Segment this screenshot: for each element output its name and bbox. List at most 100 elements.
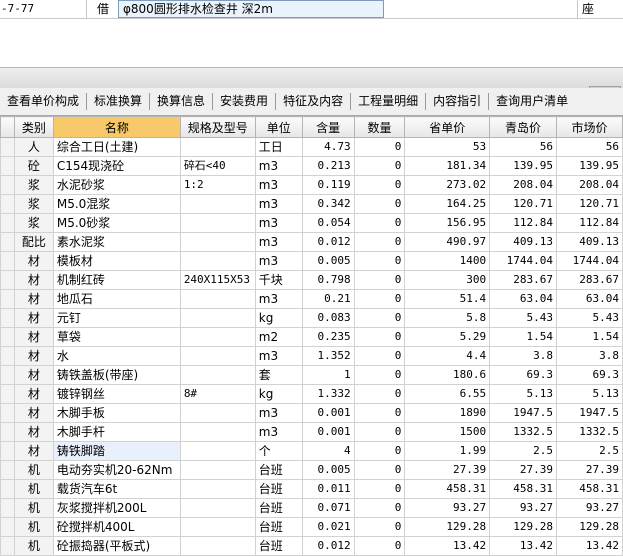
table-row[interactable]: 浆水泥砂浆 1:2 m3 0.119 0 273.02 208.04 208.04 (0, 175, 623, 195)
cell-name[interactable]: 地瓜石 (52, 289, 181, 309)
cell-qingdao-price[interactable]: 458.31 (489, 479, 558, 499)
table-row[interactable]: 材镀锌钢丝 8# kg 1.332 0 6.55 5.13 5.13 (0, 384, 623, 404)
cell-count[interactable]: 0 (353, 384, 406, 404)
cell-type[interactable]: 材 (13, 270, 54, 290)
cell-provincial-price[interactable]: 458.31 (404, 479, 491, 499)
row-gutter[interactable] (0, 422, 15, 442)
row-gutter[interactable] (0, 536, 15, 556)
cell-type[interactable]: 材 (13, 308, 54, 328)
cell-qingdao-price[interactable]: 208.04 (489, 175, 558, 195)
row-gutter[interactable] (0, 270, 15, 290)
cell-count[interactable]: 0 (353, 194, 406, 214)
cell-unit[interactable]: m3 (254, 289, 303, 309)
row-gutter[interactable] (0, 517, 15, 537)
cell-type[interactable]: 浆 (13, 213, 54, 233)
tab-quantity-details[interactable]: 工程量明细 (351, 88, 425, 115)
cell-provincial-price[interactable]: 51.4 (404, 289, 491, 309)
cell-name[interactable]: 元钉 (52, 308, 181, 328)
cell-qingdao-price[interactable]: 120.71 (489, 194, 558, 214)
cell-type[interactable]: 人 (13, 137, 54, 157)
cell-market-price[interactable]: 13.42 (556, 536, 623, 556)
cell-type[interactable]: 砼 (13, 156, 54, 176)
cell-provincial-price[interactable]: 5.29 (404, 327, 491, 347)
parent-item-name-field[interactable]: φ800圆形排水检查井 深2m (118, 0, 384, 18)
cell-provincial-price[interactable]: 156.95 (404, 213, 491, 233)
cell-content[interactable]: 0.012 (301, 232, 355, 252)
cell-market-price[interactable]: 63.04 (556, 289, 623, 309)
column-header-count[interactable]: 数量 (353, 116, 406, 138)
cell-spec[interactable] (179, 251, 256, 271)
cell-provincial-price[interactable]: 53 (404, 137, 491, 157)
cell-name[interactable]: 电动夯实机20-62Nm (52, 460, 181, 480)
cell-type[interactable]: 浆 (13, 194, 54, 214)
cell-market-price[interactable]: 1.54 (556, 327, 623, 347)
cell-provincial-price[interactable]: 27.39 (404, 460, 491, 480)
cell-qingdao-price[interactable]: 13.42 (489, 536, 558, 556)
cell-market-price[interactable]: 112.84 (556, 213, 623, 233)
cell-market-price[interactable]: 5.13 (556, 384, 623, 404)
cell-qingdao-price[interactable]: 283.67 (489, 270, 558, 290)
cell-provincial-price[interactable]: 1.99 (404, 441, 491, 461)
cell-unit[interactable]: 个 (254, 441, 303, 461)
cell-type[interactable]: 机 (13, 498, 54, 518)
cell-count[interactable]: 0 (353, 232, 406, 252)
cell-unit[interactable]: m3 (254, 422, 303, 442)
cell-spec[interactable]: 1:2 (179, 175, 256, 195)
cell-unit[interactable]: m3 (254, 175, 303, 195)
cell-market-price[interactable]: 409.13 (556, 232, 623, 252)
table-row[interactable]: 机电动夯实机20-62Nm 台班 0.005 0 27.39 27.39 27.39 (0, 460, 623, 480)
cell-provincial-price[interactable]: 1400 (404, 251, 491, 271)
cell-content[interactable]: 0.005 (301, 251, 355, 271)
cell-provincial-price[interactable]: 1890 (404, 403, 491, 423)
cell-spec[interactable] (179, 232, 256, 252)
cell-type[interactable]: 材 (13, 384, 54, 404)
cell-spec[interactable] (179, 460, 256, 480)
cell-provincial-price[interactable]: 300 (404, 270, 491, 290)
row-gutter[interactable] (0, 441, 15, 461)
cell-spec[interactable]: 碎石<40 (179, 156, 256, 176)
cell-unit[interactable]: m3 (254, 251, 303, 271)
row-gutter[interactable] (0, 175, 15, 195)
cell-type[interactable]: 材 (13, 346, 54, 366)
pane-splitter[interactable] (0, 67, 623, 91)
cell-name[interactable]: 机制红砖 (52, 270, 181, 290)
row-gutter[interactable] (0, 403, 15, 423)
cell-qingdao-price[interactable]: 1744.04 (489, 251, 558, 271)
cell-content[interactable]: 0.798 (301, 270, 355, 290)
row-gutter[interactable] (0, 346, 15, 366)
cell-unit[interactable]: 台班 (254, 479, 303, 499)
table-row[interactable]: 材铸铁脚踏个 4 0 1.99 2.5 2.5 (0, 441, 623, 461)
cell-market-price[interactable]: 5.43 (556, 308, 623, 328)
cell-unit[interactable]: 工日 (254, 137, 303, 157)
cell-name[interactable]: 灰浆搅拌机200L (52, 498, 181, 518)
cell-spec[interactable] (179, 327, 256, 347)
cell-provincial-price[interactable]: 13.42 (404, 536, 491, 556)
row-gutter[interactable] (0, 156, 15, 176)
cell-content[interactable]: 4 (301, 441, 355, 461)
cell-count[interactable]: 0 (353, 137, 406, 157)
cell-market-price[interactable]: 120.71 (556, 194, 623, 214)
cell-market-price[interactable]: 56 (556, 137, 623, 157)
cell-count[interactable]: 0 (353, 498, 406, 518)
cell-market-price[interactable]: 129.28 (556, 517, 623, 537)
cell-name[interactable]: 木脚手板 (52, 403, 181, 423)
cell-count[interactable]: 0 (353, 289, 406, 309)
cell-provincial-price[interactable]: 181.34 (404, 156, 491, 176)
tab-unit-price-breakdown[interactable]: 查看单价构成 (0, 88, 86, 115)
cell-count[interactable]: 0 (353, 479, 406, 499)
cell-unit[interactable]: kg (254, 384, 303, 404)
table-row[interactable]: 机砼搅拌机400L 台班 0.021 0 129.28 129.28 129.28 (0, 517, 623, 537)
cell-spec[interactable] (179, 422, 256, 442)
cell-type[interactable]: 材 (13, 422, 54, 442)
cell-name[interactable]: 综合工日(土建) (52, 137, 181, 157)
cell-name[interactable]: 木脚手杆 (52, 422, 181, 442)
row-gutter[interactable] (0, 213, 15, 233)
row-header-corner[interactable] (0, 116, 15, 138)
row-gutter[interactable] (0, 479, 15, 499)
cell-unit[interactable]: m2 (254, 327, 303, 347)
column-header-name[interactable]: 名称 (52, 116, 181, 138)
cell-qingdao-price[interactable]: 56 (489, 137, 558, 157)
cell-type[interactable]: 材 (13, 289, 54, 309)
cell-market-price[interactable]: 2.5 (556, 441, 623, 461)
cell-spec[interactable] (179, 498, 256, 518)
